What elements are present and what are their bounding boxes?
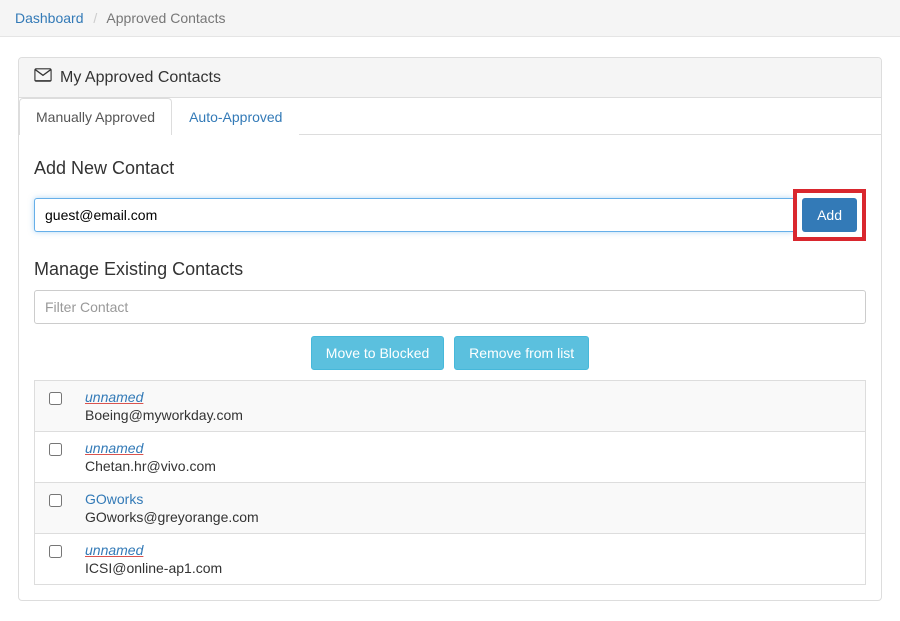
contact-name-link[interactable]: unnamed xyxy=(85,542,855,558)
breadcrumb: Dashboard / Approved Contacts xyxy=(0,0,900,37)
row-checkbox-cell xyxy=(35,381,76,432)
breadcrumb-separator: / xyxy=(93,10,97,26)
row-content-cell: unnamed Chetan.hr@vivo.com xyxy=(75,432,866,483)
add-button-highlight: Add xyxy=(793,189,866,241)
envelope-icon xyxy=(34,68,52,87)
move-to-blocked-button[interactable]: Move to Blocked xyxy=(311,336,445,370)
manage-contacts-title: Manage Existing Contacts xyxy=(34,259,866,280)
row-checkbox[interactable] xyxy=(49,443,62,456)
contact-name-link[interactable]: unnamed xyxy=(85,440,855,456)
table-row: unnamed Boeing@myworkday.com xyxy=(35,381,866,432)
table-row: unnamed ICSI@online-ap1.com xyxy=(35,534,866,585)
bulk-actions: Move to Blocked Remove from list xyxy=(34,336,866,370)
row-checkbox-cell xyxy=(35,432,76,483)
remove-from-list-button[interactable]: Remove from list xyxy=(454,336,589,370)
panel-body: Add New Contact Add Manage Existing Cont… xyxy=(19,135,881,600)
row-checkbox-cell xyxy=(35,534,76,585)
contact-email: Boeing@myworkday.com xyxy=(85,407,855,423)
contact-email: GOworks@greyorange.com xyxy=(85,509,855,525)
contact-email: Chetan.hr@vivo.com xyxy=(85,458,855,474)
filter-contact-input[interactable] xyxy=(34,290,866,324)
tab-manually-approved[interactable]: Manually Approved xyxy=(19,98,172,135)
panel-title: My Approved Contacts xyxy=(60,69,221,87)
table-row: GOworks GOworks@greyorange.com xyxy=(35,483,866,534)
contact-email: ICSI@online-ap1.com xyxy=(85,560,855,576)
add-button[interactable]: Add xyxy=(802,198,857,232)
new-contact-input[interactable] xyxy=(34,198,794,232)
row-content-cell: unnamed ICSI@online-ap1.com xyxy=(75,534,866,585)
row-content-cell: GOworks GOworks@greyorange.com xyxy=(75,483,866,534)
contacts-table: unnamed Boeing@myworkday.com unnamed Chetan… xyxy=(34,380,866,585)
tabs: Manually Approved Auto-Approved xyxy=(19,98,881,135)
table-row: unnamed Chetan.hr@vivo.com xyxy=(35,432,866,483)
approved-contacts-panel: My Approved Contacts Manually Approved A… xyxy=(18,57,882,601)
row-checkbox[interactable] xyxy=(49,494,62,507)
add-contact-title: Add New Contact xyxy=(34,158,866,179)
contact-name-link[interactable]: GOworks xyxy=(85,491,855,507)
panel-heading: My Approved Contacts xyxy=(19,58,881,98)
row-checkbox[interactable] xyxy=(49,392,62,405)
contact-name-link[interactable]: unnamed xyxy=(85,389,855,405)
row-checkbox-cell xyxy=(35,483,76,534)
row-checkbox[interactable] xyxy=(49,545,62,558)
row-content-cell: unnamed Boeing@myworkday.com xyxy=(75,381,866,432)
breadcrumb-current: Approved Contacts xyxy=(106,10,225,26)
add-contact-row: Add xyxy=(34,189,866,241)
tab-auto-approved[interactable]: Auto-Approved xyxy=(172,98,299,135)
breadcrumb-dashboard-link[interactable]: Dashboard xyxy=(15,10,84,26)
